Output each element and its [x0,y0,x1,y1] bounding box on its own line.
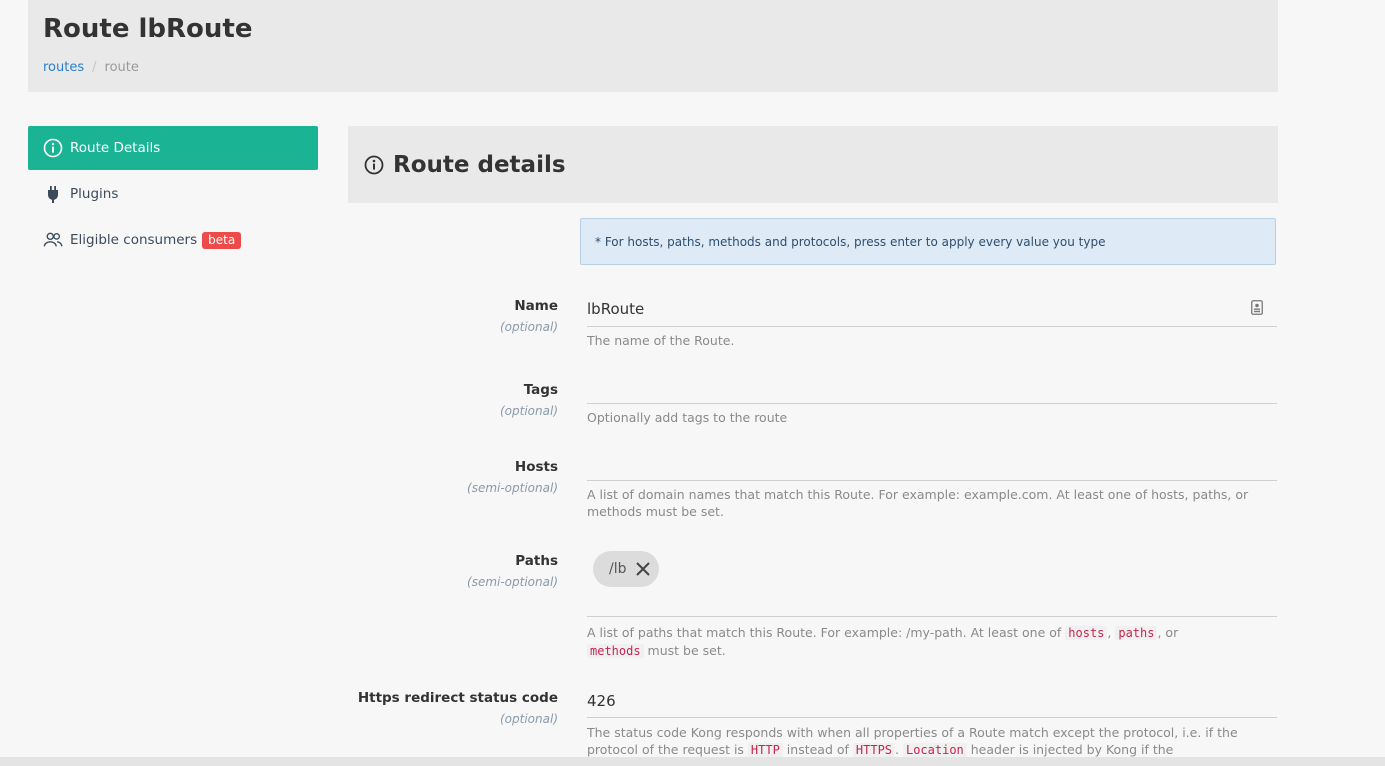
path-chip: /lb [593,551,659,587]
path-chip-label: /lb [609,561,627,577]
hosts-input[interactable] [587,453,1277,481]
panel-title: Route details [393,151,566,178]
breadcrumb-separator: / [92,60,97,75]
name-input[interactable] [587,300,1227,318]
sidebar-item-label: Eligible consumers [70,232,198,248]
https-redirect-qualifier: (optional) [500,712,558,726]
page-title: Route lbRoute [43,14,253,44]
tags-input[interactable] [587,376,1277,404]
tags-label: Tags [523,382,558,398]
beta-badge: beta [202,231,242,249]
https-redirect-label: Https redirect status code [357,690,558,706]
name-label: Name [514,298,558,314]
https-redirect-input[interactable] [587,692,1227,710]
users-icon [43,230,63,250]
code-http: HTTP [747,743,783,757]
name-help: The name of the Route. [587,333,735,348]
https-redirect-help-text: . [895,742,903,757]
https-redirect-field-wrapper [587,688,1277,718]
paths-qualifier: (semi-optional) [467,575,558,589]
https-redirect-help: The status code Kong responds with when … [587,724,1277,759]
sidebar-item-plugins[interactable]: Plugins [28,172,318,216]
panel-header: Route details [348,126,1278,203]
info-circle-icon [43,138,63,158]
code-https: HTTPS [852,743,896,757]
sidebar-item-label: Route Details [70,140,161,156]
breadcrumb-current: route [104,60,139,75]
close-icon[interactable] [635,562,650,576]
breadcrumb-link-routes[interactable]: routes [43,60,84,75]
sidebar: Route Details Plugins Eligible consumers… [28,126,318,264]
hosts-help: A list of domain names that match this R… [587,487,1249,519]
hosts-label: Hosts [514,459,558,475]
sidebar-item-route-details[interactable]: Route Details [28,126,318,170]
name-qualifier: (optional) [500,320,558,334]
info-alert: * For hosts, paths, methods and protocol… [580,218,1276,265]
paths-label-group: Paths (semi-optional) [467,553,558,589]
paths-help: A list of paths that match this Route. F… [587,624,1277,660]
code-paths: paths [1115,626,1158,640]
page-header: Route lbRoute routes / route [28,0,1278,92]
paths-help-text: must be set. [643,643,726,658]
name-label-group: Name (optional) [500,298,558,334]
sidebar-item-label: Plugins [70,186,119,202]
sidebar-item-eligible-consumers[interactable]: Eligible consumers beta [28,218,318,262]
name-field-wrapper [587,296,1277,327]
hosts-qualifier: (semi-optional) [467,481,558,495]
contact-card-icon[interactable] [1251,300,1263,319]
plug-icon [43,184,63,204]
tags-qualifier: (optional) [500,404,558,418]
hosts-label-group: Hosts (semi-optional) [467,459,558,495]
bottom-scroll-edge [0,757,1385,766]
code-methods: methods [587,644,644,658]
tags-help: Optionally add tags to the route [587,410,788,425]
code-location: Location [902,743,967,757]
https-redirect-help-text: instead of [782,742,853,757]
https-redirect-help-text: header is injected by Kong if the [966,742,1174,757]
info-circle-icon [364,155,384,175]
tags-label-group: Tags (optional) [500,382,558,418]
paths-input[interactable] [587,592,1277,617]
https-redirect-label-group: Https redirect status code (optional) [358,690,558,726]
paths-help-text: , or [1157,625,1179,640]
breadcrumb: routes / route [43,60,139,75]
paths-help-text: A list of paths that match this Route. F… [587,625,1066,640]
paths-label: Paths [515,553,558,569]
code-hosts: hosts [1065,626,1108,640]
